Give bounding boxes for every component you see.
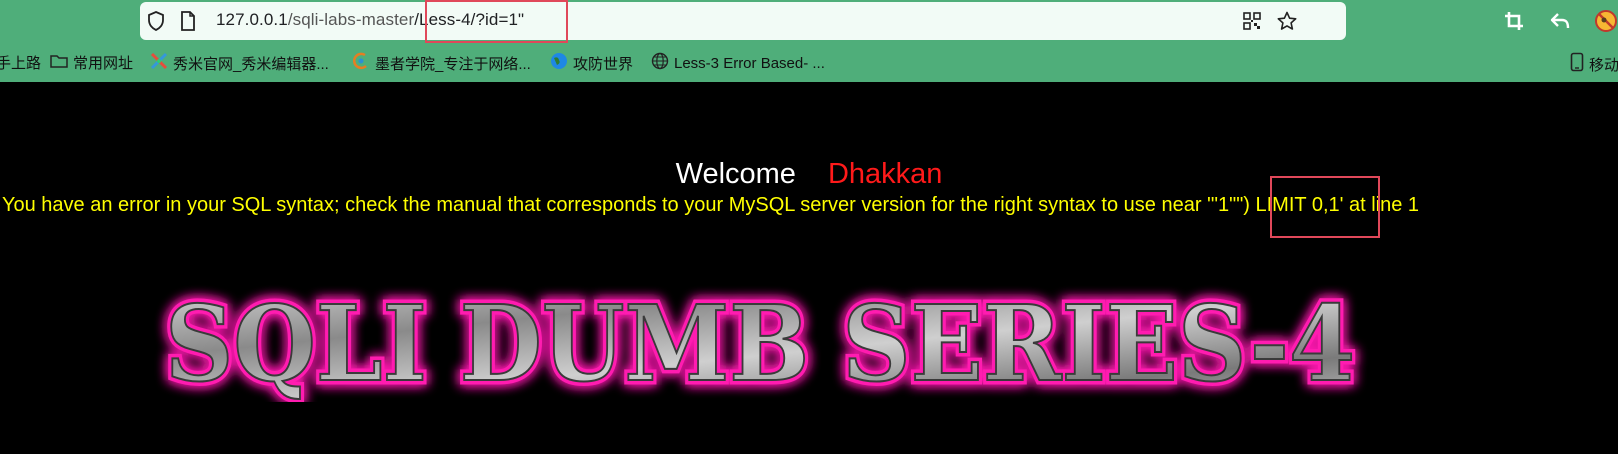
bookmark-4[interactable]: 攻防世界 <box>550 52 633 74</box>
welcome-text: Welcome <box>675 158 796 190</box>
bookmark-1[interactable]: 常用网址 <box>50 52 133 73</box>
crop-icon[interactable] <box>1503 10 1525 32</box>
globe-color-icon <box>550 52 568 74</box>
bookmark-0[interactable]: 手上路 <box>0 52 41 73</box>
bookmark-label: Less-3 Error Based- ... <box>674 54 825 72</box>
bookmarks-bar: 手上路 常用网址 秀米官网_秀米编辑器... 墨者学院_专注于网络... 攻防世… <box>0 48 1618 78</box>
bookmark-6[interactable]: 移动 <box>1570 52 1618 76</box>
undo-icon[interactable] <box>1549 10 1571 32</box>
bookmark-3[interactable]: 墨者学院_专注于网络... <box>352 52 531 74</box>
bookmark-label: 墨者学院_专注于网络... <box>375 55 531 73</box>
xiumi-icon <box>150 52 168 74</box>
folder-icon <box>50 53 68 73</box>
sql-error-message: You have an error in your SQL syntax; ch… <box>2 194 1420 216</box>
page-icon[interactable] <box>178 11 198 31</box>
bookmark-label: 移动 <box>1589 56 1618 74</box>
mobile-icon <box>1570 52 1584 76</box>
qr-code-icon[interactable] <box>1242 11 1262 31</box>
mozhe-icon <box>352 52 370 74</box>
user-name: Dhakkan <box>827 158 943 190</box>
error-highlight-box <box>1270 176 1380 238</box>
bookmark-label: 秀米官网_秀米编辑器... <box>173 55 329 73</box>
bookmark-2[interactable]: 秀米官网_秀米编辑器... <box>150 52 329 74</box>
bookmark-label: 手上路 <box>0 55 42 72</box>
series-banner: SQLI DUMB SERIES-4 SQLI DUMB SERIES-4 <box>161 282 1360 402</box>
star-icon[interactable] <box>1276 10 1298 32</box>
extension-icon[interactable] <box>1594 9 1618 33</box>
bookmark-5[interactable]: Less-3 Error Based- ... <box>651 52 825 74</box>
globe-icon <box>651 52 669 74</box>
browser-chrome: 127.0.0.1/sqli-labs-master/Less-4/?id=1"… <box>0 0 1618 82</box>
bookmark-label: 攻防世界 <box>573 55 634 73</box>
shield-icon[interactable] <box>146 11 166 31</box>
banner-text: SQLI DUMB SERIES-4 <box>165 282 1355 402</box>
url-path-before: /sqli-labs-maste <box>287 10 409 29</box>
url-host: 127.0.0.1 <box>216 10 288 29</box>
page-content: Welcome Dhakkan You have an error in your… <box>0 82 1618 454</box>
url-highlight-box <box>425 0 568 43</box>
bookmark-label: 常用网址 <box>73 55 134 72</box>
